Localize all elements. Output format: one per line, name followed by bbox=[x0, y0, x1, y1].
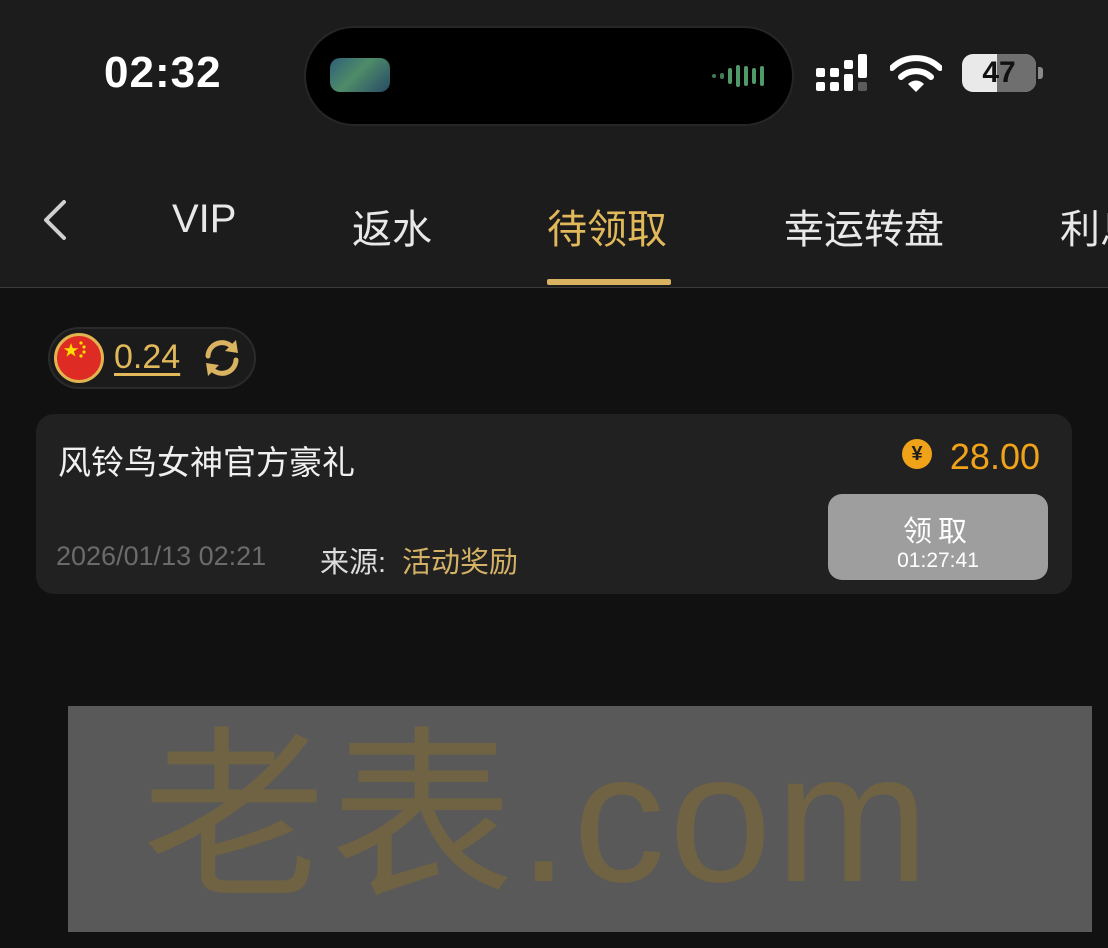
top-bar: 02:32 47 VIP 返水 待领取 幸运转盘 利 bbox=[0, 0, 1108, 288]
watermark-text: 老表.com bbox=[142, 714, 933, 920]
watermark: 老表.com bbox=[68, 706, 1092, 932]
cellular-signal-icon bbox=[816, 54, 867, 91]
live-activity-thumbnail bbox=[330, 58, 390, 92]
system-icons: 47 bbox=[816, 52, 1052, 98]
reward-source-value: 活动奖励 bbox=[402, 547, 519, 579]
reward-amount: 28.00 bbox=[949, 436, 1040, 477]
wifi-icon bbox=[890, 55, 942, 92]
reward-title: 风铃鸟女神官方豪礼 bbox=[58, 444, 355, 481]
battery-icon: 47 bbox=[962, 54, 1036, 92]
claim-button-label: 领取 bbox=[902, 516, 973, 548]
reward-date: 2026/01/13 02:21 bbox=[56, 541, 267, 571]
status-time: 02:32 bbox=[104, 48, 222, 97]
tab-lucky-wheel[interactable]: 幸运转盘 bbox=[784, 197, 944, 255]
refresh-icon[interactable] bbox=[200, 336, 244, 380]
battery-level: 47 bbox=[982, 56, 1016, 89]
audio-waveform-icon bbox=[712, 65, 764, 87]
tab-pending-claim[interactable]: 待领取 bbox=[547, 197, 667, 255]
dynamic-island[interactable] bbox=[306, 28, 792, 124]
balance-amount[interactable]: 0.24 bbox=[114, 338, 180, 377]
china-flag-icon bbox=[54, 333, 104, 383]
claim-countdown: 01:27:41 bbox=[897, 549, 979, 572]
chevron-left-icon[interactable] bbox=[36, 196, 76, 244]
tab-interest[interactable]: 利息 bbox=[1060, 197, 1108, 255]
reward-card: 风铃鸟女神官方豪礼 ¥ 28.00 2026/01/13 02:21 来源: 活… bbox=[36, 414, 1072, 594]
reward-amount-group: ¥ 28.00 bbox=[870, 436, 1040, 478]
tab-rebate[interactable]: 返水 bbox=[352, 197, 432, 255]
reward-source-label: 来源: bbox=[320, 547, 387, 579]
battery-cap bbox=[1038, 67, 1043, 79]
claim-button[interactable]: 领取 01:27:41 bbox=[828, 494, 1048, 580]
screen: 02:32 47 VIP 返水 待领取 幸运转盘 利 0.24 风铃鸟女神官方豪… bbox=[0, 0, 1108, 948]
active-tab-indicator bbox=[547, 279, 671, 285]
yen-coin-icon: ¥ bbox=[902, 439, 932, 469]
balance-pill: 0.24 bbox=[48, 327, 256, 389]
tab-vip[interactable]: VIP bbox=[172, 197, 236, 242]
